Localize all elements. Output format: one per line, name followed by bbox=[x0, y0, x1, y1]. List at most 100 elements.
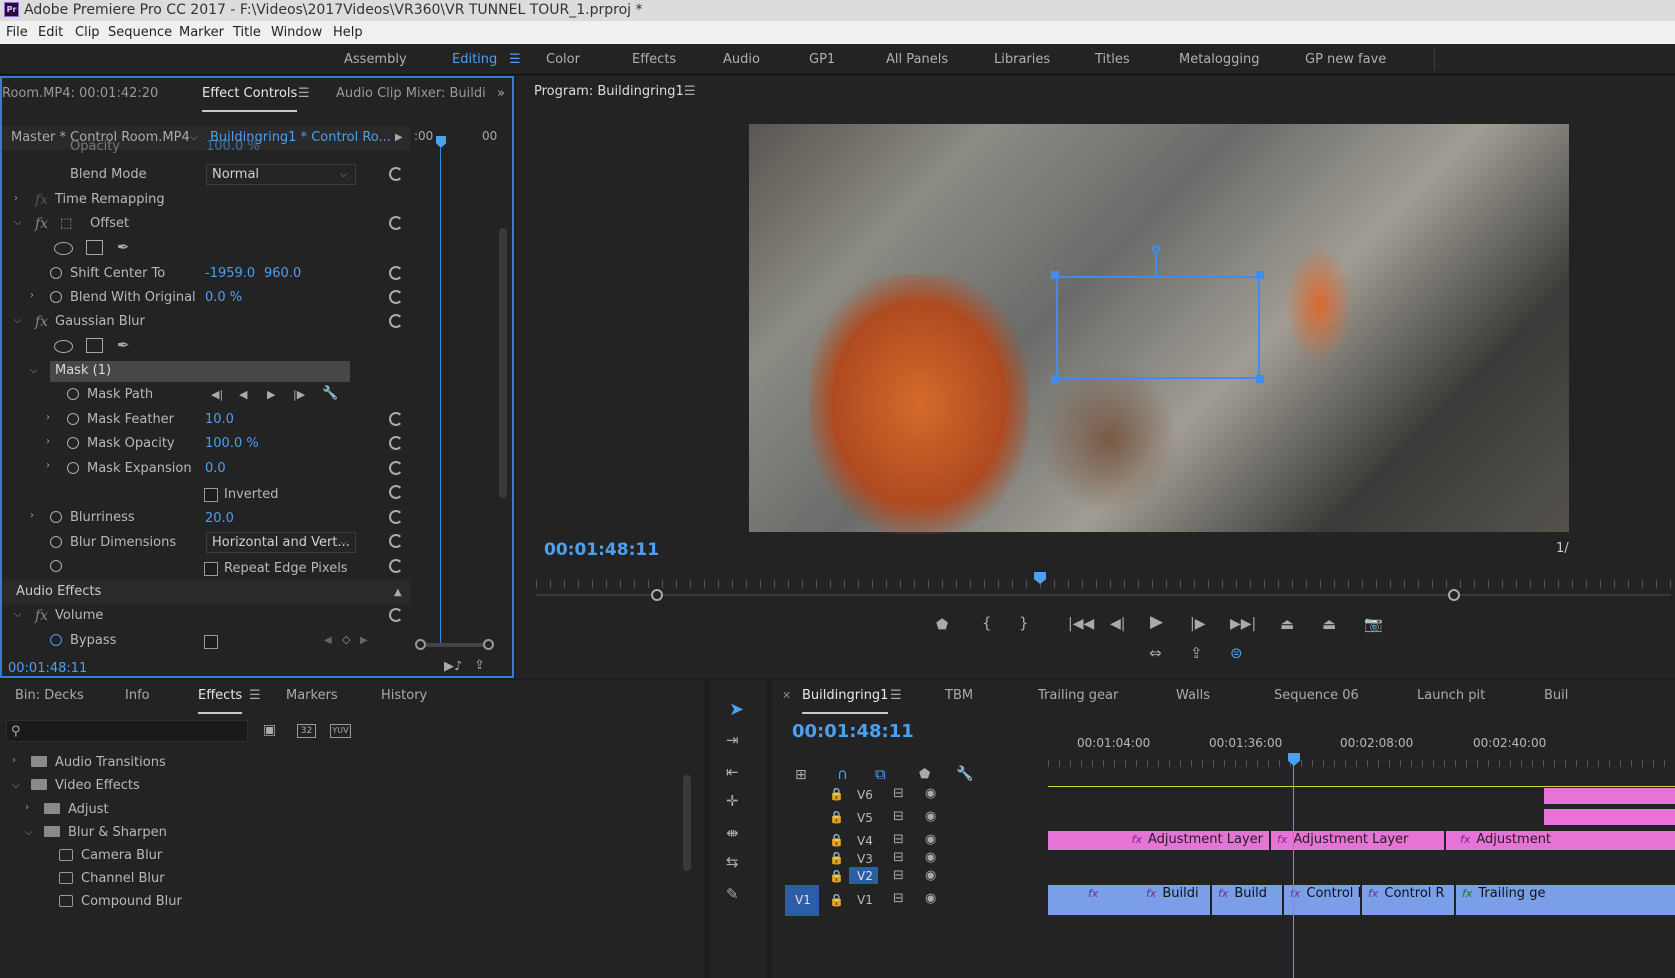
zoom-handle-left[interactable] bbox=[415, 639, 426, 650]
rolling-edit-tool-icon[interactable]: ✛ bbox=[726, 793, 739, 809]
sync-lock-icon[interactable]: ⊟ bbox=[893, 786, 904, 802]
eye-icon[interactable]: ◉ bbox=[925, 809, 936, 825]
panel-menu-icon[interactable]: ☰ bbox=[249, 680, 261, 712]
sync-lock-icon[interactable]: ⊟ bbox=[893, 891, 904, 907]
lock-icon[interactable]: 🔒 bbox=[829, 809, 844, 825]
zoom-handle-right[interactable] bbox=[483, 639, 494, 650]
workspace-titles[interactable]: Titles bbox=[1095, 44, 1130, 75]
collapse-up-icon[interactable]: ▲ bbox=[394, 585, 402, 601]
track-backward-icon[interactable]: ◀| bbox=[211, 387, 223, 403]
razor-tool-icon[interactable]: ✎ bbox=[726, 886, 739, 902]
program-timecode[interactable]: 00:01:48:11 bbox=[544, 538, 659, 562]
sync-lock-icon[interactable]: ⊟ bbox=[893, 809, 904, 825]
expand-arrow-icon[interactable]: › bbox=[46, 412, 50, 423]
workspace-audio[interactable]: Audio bbox=[723, 44, 760, 75]
fx-icon[interactable]: fx bbox=[35, 216, 48, 232]
vr-video-icon[interactable]: ⊜ bbox=[1230, 645, 1243, 661]
mask-handle[interactable] bbox=[1256, 271, 1264, 279]
mark-in-icon[interactable]: { bbox=[982, 615, 992, 631]
track-forward-frame-icon[interactable]: ▶ bbox=[267, 387, 275, 403]
32bit-effects-icon[interactable]: 32 bbox=[297, 724, 316, 738]
gaussian-blur-label[interactable]: Gaussian Blur bbox=[55, 310, 145, 334]
insert-icon[interactable]: ⇔ bbox=[1149, 645, 1162, 661]
work-area-bar[interactable] bbox=[1048, 786, 1675, 787]
step-forward-icon[interactable]: |▶ bbox=[1190, 616, 1205, 632]
tab-source[interactable]: Room.MP4: 00:01:42:20 bbox=[2, 78, 158, 110]
timeline-clip[interactable] bbox=[1544, 788, 1675, 804]
nest-icon[interactable]: ⊞ bbox=[795, 767, 807, 783]
lock-icon[interactable]: 🔒 bbox=[829, 786, 844, 802]
track-select-tool-icon[interactable]: ⇥ bbox=[726, 732, 739, 748]
tab-bin-decks[interactable]: Bin: Decks bbox=[15, 680, 84, 712]
lock-icon[interactable]: 🔒 bbox=[829, 832, 844, 848]
shift-center-x[interactable]: -1959.0 bbox=[205, 262, 255, 286]
mask-expansion-value[interactable]: 0.0 bbox=[205, 457, 226, 481]
mask-rectangle[interactable] bbox=[1056, 276, 1260, 379]
bypass-checkbox[interactable] bbox=[204, 635, 218, 649]
sync-lock-icon[interactable]: ⊟ bbox=[893, 832, 904, 848]
stopwatch-icon[interactable] bbox=[50, 267, 62, 279]
tab-effect-controls[interactable]: Effect Controls bbox=[202, 78, 298, 112]
menu-file[interactable]: File bbox=[6, 21, 28, 44]
time-remapping-label[interactable]: Time Remapping bbox=[55, 188, 165, 212]
workspace-gp1[interactable]: GP1 bbox=[809, 44, 835, 75]
overwrite-icon[interactable]: ⇪ bbox=[1190, 645, 1203, 661]
stopwatch-icon[interactable] bbox=[50, 536, 62, 548]
menu-marker[interactable]: Marker bbox=[179, 21, 224, 44]
mask-handle[interactable] bbox=[1051, 375, 1059, 383]
timeline-ruler[interactable] bbox=[1048, 760, 1675, 767]
mask-label[interactable]: Mask (1) bbox=[55, 359, 111, 383]
menu-edit[interactable]: Edit bbox=[38, 21, 63, 44]
reset-icon[interactable] bbox=[389, 216, 403, 230]
menu-window[interactable]: Window bbox=[271, 21, 322, 44]
collapse-arrow-icon[interactable]: ⌵ bbox=[12, 780, 20, 791]
reset-icon[interactable] bbox=[389, 510, 403, 524]
expand-arrow-icon[interactable]: › bbox=[46, 460, 50, 471]
mask-handle[interactable] bbox=[1051, 271, 1059, 279]
accelerated-effects-icon[interactable]: ▣ bbox=[263, 722, 276, 738]
sync-lock-icon[interactable]: ⊟ bbox=[893, 868, 904, 884]
lock-icon[interactable]: 🔒 bbox=[829, 850, 844, 866]
workspace-gp-new-fave[interactable]: GP new fave bbox=[1305, 44, 1386, 75]
tab-sequence-tbm[interactable]: TBM bbox=[945, 680, 973, 712]
workspace-menu-icon[interactable]: ☰ bbox=[509, 44, 521, 75]
expand-arrow-icon[interactable]: › bbox=[30, 290, 34, 301]
workspace-effects[interactable]: Effects bbox=[632, 44, 676, 75]
reset-icon[interactable] bbox=[389, 461, 403, 475]
opacity-value[interactable]: 100.0 % bbox=[206, 140, 260, 154]
list-item[interactable]: Compound Blur bbox=[81, 890, 182, 914]
track-back-frame-icon[interactable]: ◀ bbox=[239, 387, 247, 403]
ec-timecode[interactable]: 00:01:48:11 bbox=[8, 657, 87, 681]
timeline-clip[interactable]: fx Buildi bbox=[1140, 885, 1210, 915]
go-to-in-icon[interactable]: |◀◀ bbox=[1068, 616, 1094, 632]
snap-icon[interactable]: ∩ bbox=[837, 766, 848, 782]
workspace-libraries[interactable]: Libraries bbox=[994, 44, 1050, 75]
program-zoom-bar[interactable] bbox=[536, 594, 1671, 596]
menu-title[interactable]: Title bbox=[233, 21, 261, 44]
linked-selection-icon[interactable]: ⧉ bbox=[875, 766, 886, 782]
transform-box-icon[interactable]: ⬚ bbox=[60, 216, 72, 232]
timeline-timecode[interactable]: 00:01:48:11 bbox=[792, 720, 914, 744]
stopwatch-icon[interactable] bbox=[67, 437, 79, 449]
eye-icon[interactable]: ◉ bbox=[925, 786, 936, 802]
go-to-out-icon[interactable]: ▶▶| bbox=[1230, 616, 1256, 632]
expand-arrow-icon[interactable]: › bbox=[14, 193, 18, 204]
ellipse-mask-icon[interactable] bbox=[54, 340, 73, 353]
list-item[interactable]: Camera Blur bbox=[81, 844, 162, 868]
stopwatch-icon[interactable] bbox=[67, 462, 79, 474]
mask-feather-value[interactable]: 10.0 bbox=[205, 408, 234, 432]
stopwatch-icon[interactable] bbox=[50, 291, 62, 303]
tab-history[interactable]: History bbox=[381, 680, 427, 712]
effects-search-input[interactable] bbox=[6, 720, 248, 742]
ripple-edit-tool-icon[interactable]: ⇤ bbox=[726, 764, 739, 780]
tab-sequence-launch-pit[interactable]: Launch pit bbox=[1417, 680, 1485, 712]
lock-icon[interactable]: 🔒 bbox=[829, 892, 844, 908]
pen-mask-icon[interactable]: ✒ bbox=[117, 239, 130, 255]
shift-center-y[interactable]: 960.0 bbox=[264, 262, 301, 286]
play-audio-icon[interactable]: ▶♪ bbox=[444, 659, 462, 675]
step-back-icon[interactable]: ◀| bbox=[1110, 616, 1125, 632]
stopwatch-icon[interactable] bbox=[67, 413, 79, 425]
reset-icon[interactable] bbox=[389, 485, 403, 499]
rate-stretch-tool-icon[interactable]: ⇼ bbox=[726, 825, 739, 841]
timeline-clip[interactable]: fx Trailing ge bbox=[1456, 885, 1675, 915]
